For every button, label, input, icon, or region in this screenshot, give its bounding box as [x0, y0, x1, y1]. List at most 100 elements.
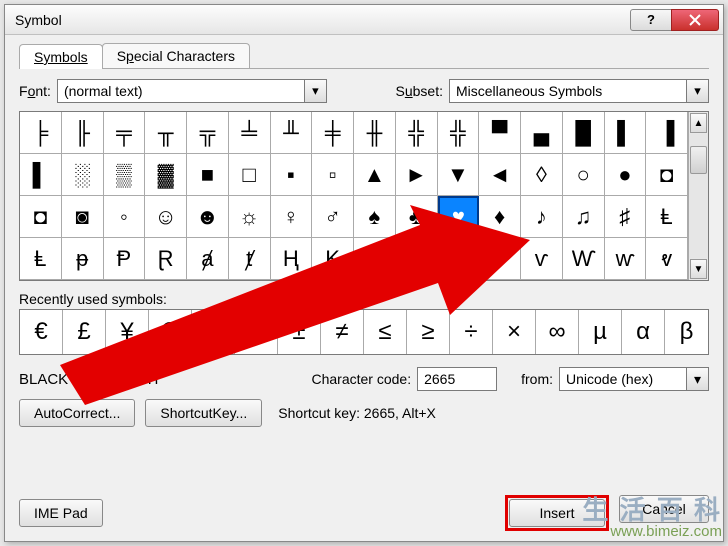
symbol-cell[interactable]: ╪ — [312, 112, 354, 154]
symbol-cell[interactable]: ⱱ — [521, 238, 563, 280]
scroll-track[interactable] — [689, 134, 708, 258]
symbol-cell[interactable]: Ⱨ — [271, 238, 313, 280]
symbol-cell[interactable]: ♦ — [479, 196, 521, 238]
recent-symbol-cell[interactable]: β — [665, 310, 708, 354]
recent-symbol-cell[interactable]: ± — [278, 310, 321, 354]
recent-symbol-cell[interactable]: ≠ — [321, 310, 364, 354]
symbol-cell[interactable]: Ᵽ — [104, 238, 146, 280]
tab-special-characters[interactable]: Special Characters — [102, 43, 250, 68]
info-row: BLACK HEART SUIT Character code: 2665 fr… — [19, 367, 709, 391]
symbol-cell[interactable]: ▄ — [521, 112, 563, 154]
recent-symbol-cell[interactable]: ™ — [235, 310, 278, 354]
ime-pad-button[interactable]: IME Pad — [19, 499, 103, 527]
symbol-cell[interactable]: ╤ — [104, 112, 146, 154]
recent-symbol-cell[interactable]: £ — [63, 310, 106, 354]
recent-symbol-cell[interactable]: ∞ — [536, 310, 579, 354]
symbol-cell[interactable]: ► — [396, 154, 438, 196]
recent-symbol-cell[interactable]: ≤ — [364, 310, 407, 354]
recent-symbol-cell[interactable]: × — [493, 310, 536, 354]
symbol-cell[interactable]: ♠ — [354, 196, 396, 238]
symbol-cell[interactable]: ╥ — [145, 112, 187, 154]
symbol-cell[interactable]: ▫ — [312, 154, 354, 196]
symbol-cell[interactable]: ◄ — [479, 154, 521, 196]
symbol-cell[interactable]: ◊ — [521, 154, 563, 196]
font-combo[interactable]: (normal text) ▾ — [57, 79, 327, 103]
symbol-cell[interactable]: ᵽ — [62, 238, 104, 280]
symbol-cell[interactable]: Ⱡ — [20, 238, 62, 280]
symbol-cell[interactable]: ╟ — [62, 112, 104, 154]
symbol-cell[interactable]: ◘ — [646, 154, 688, 196]
symbol-cell[interactable]: ╬ — [438, 112, 480, 154]
symbol-cell[interactable]: ◙ — [62, 196, 104, 238]
symbol-cell[interactable]: ⱴ — [646, 238, 688, 280]
symbol-cell[interactable]: Ⱬ — [354, 238, 396, 280]
symbol-cell[interactable]: ☻ — [187, 196, 229, 238]
symbol-cell[interactable]: ╦ — [187, 112, 229, 154]
symbol-cell[interactable]: ╫ — [354, 112, 396, 154]
symbol-cell[interactable]: ▀ — [479, 112, 521, 154]
from-combo[interactable]: Unicode (hex) ▾ — [559, 367, 709, 391]
symbol-cell[interactable]: ◦ — [104, 196, 146, 238]
recent-symbol-cell[interactable]: € — [20, 310, 63, 354]
recent-symbol-cell[interactable]: α — [622, 310, 665, 354]
symbol-cell[interactable]: ▼ — [438, 154, 480, 196]
recent-symbol-cell[interactable]: ÷ — [450, 310, 493, 354]
recent-symbol-cell[interactable]: ¥ — [106, 310, 149, 354]
symbol-cell[interactable]: ♪ — [521, 196, 563, 238]
symbol-cell[interactable]: Ⱡ — [646, 196, 688, 238]
symbol-cell[interactable]: ╧ — [229, 112, 271, 154]
symbol-cell[interactable]: ☺ — [145, 196, 187, 238]
symbol-cell[interactable]: ▌ — [605, 112, 647, 154]
recent-symbol-cell[interactable]: © — [149, 310, 192, 354]
scroll-up-button[interactable]: ▲ — [690, 113, 707, 133]
symbol-cell[interactable]: ╬ — [396, 112, 438, 154]
help-button[interactable]: ? — [630, 9, 672, 31]
symbol-cell[interactable]: ◘ — [20, 196, 62, 238]
cancel-button[interactable]: Cancel — [619, 495, 709, 523]
insert-button[interactable]: Insert — [509, 499, 605, 527]
symbol-cell[interactable]: ▪ — [271, 154, 313, 196]
close-button[interactable] — [671, 9, 719, 31]
symbol-cell[interactable]: Ɽ — [145, 238, 187, 280]
scroll-thumb[interactable] — [690, 146, 707, 174]
scrollbar[interactable]: ▲ ▼ — [688, 112, 708, 280]
scroll-down-button[interactable]: ▼ — [690, 259, 707, 279]
autocorrect-button[interactable]: AutoCorrect... — [19, 399, 135, 427]
symbol-cell[interactable]: Ɐ — [479, 238, 521, 280]
shortcut-key-button[interactable]: Shortcut Key... — [145, 399, 262, 427]
symbol-cell[interactable]: ○ — [563, 154, 605, 196]
symbol-cell[interactable]: ☼ — [229, 196, 271, 238]
symbol-cell[interactable]: ▲ — [354, 154, 396, 196]
symbol-cell[interactable]: ♫ — [563, 196, 605, 238]
symbol-cell[interactable]: ♯ — [605, 196, 647, 238]
symbol-cell[interactable]: ■ — [187, 154, 229, 196]
symbol-cell[interactable]: ⱦ — [229, 238, 271, 280]
recent-symbol-cell[interactable]: ® — [192, 310, 235, 354]
symbol-cell[interactable]: ♂ — [312, 196, 354, 238]
symbol-cell[interactable]: ♀ — [271, 196, 313, 238]
recent-symbol-cell[interactable]: ≥ — [407, 310, 450, 354]
tab-symbols[interactable]: Symbols — [19, 44, 103, 69]
symbol-cell[interactable]: □ — [229, 154, 271, 196]
symbol-cell[interactable]: Ɱ — [438, 238, 480, 280]
symbol-cell[interactable]: ⱳ — [605, 238, 647, 280]
symbol-cell[interactable]: ▓ — [145, 154, 187, 196]
symbol-cell[interactable]: Ɑ — [396, 238, 438, 280]
symbol-cell[interactable]: █ — [563, 112, 605, 154]
symbol-cell[interactable]: ● — [605, 154, 647, 196]
symbol-cell[interactable]: ░ — [62, 154, 104, 196]
symbol-cell[interactable]: Ⱪ — [312, 238, 354, 280]
symbol-cell[interactable]: ╞ — [20, 112, 62, 154]
subset-combo[interactable]: Miscellaneous Symbols ▾ — [449, 79, 709, 103]
symbol-cell[interactable]: ♣ — [396, 196, 438, 238]
symbol-cell[interactable]: ♥ — [438, 196, 480, 238]
recent-symbol-cell[interactable]: µ — [579, 310, 622, 354]
symbol-cell[interactable]: ⱥ — [187, 238, 229, 280]
symbol-cell[interactable]: Ⱳ — [563, 238, 605, 280]
symbol-cell[interactable]: ▐ — [646, 112, 688, 154]
symbol-cell[interactable]: ╨ — [271, 112, 313, 154]
symbol-cell[interactable]: ▒ — [104, 154, 146, 196]
charcode-input[interactable]: 2665 — [417, 367, 497, 391]
button-row: AutoCorrect... Shortcut Key... Shortcut … — [19, 399, 709, 427]
symbol-cell[interactable]: ▌ — [20, 154, 62, 196]
